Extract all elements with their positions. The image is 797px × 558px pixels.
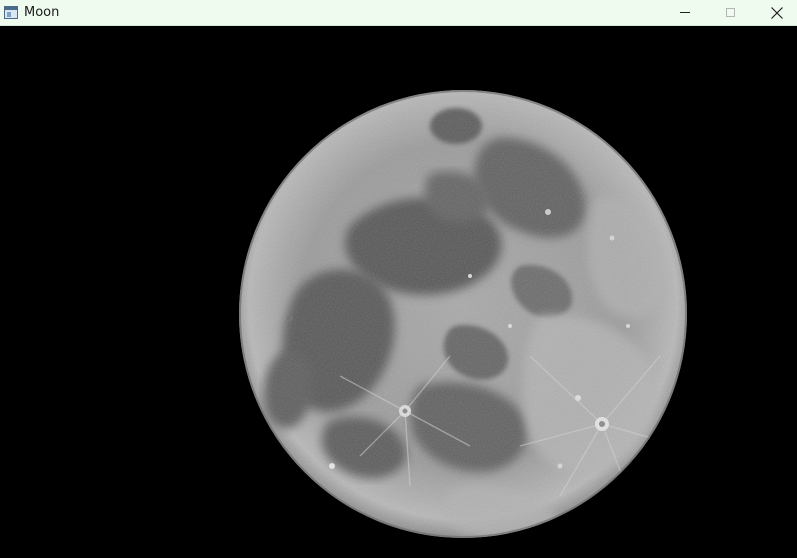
title-bar[interactable]: Moon <box>0 0 797 26</box>
minimize-button[interactable] <box>662 0 708 26</box>
app-window-icon <box>4 6 18 19</box>
moon-image <box>239 90 687 538</box>
close-button[interactable] <box>754 0 797 26</box>
maximize-button[interactable] <box>708 0 754 26</box>
close-icon <box>771 7 783 19</box>
minimize-icon <box>680 12 690 13</box>
app-window: Moon <box>0 0 797 558</box>
window-title: Moon <box>24 5 60 20</box>
moon-surface-texture <box>239 90 687 538</box>
maximize-icon <box>726 8 735 17</box>
image-viewport <box>0 26 797 558</box>
